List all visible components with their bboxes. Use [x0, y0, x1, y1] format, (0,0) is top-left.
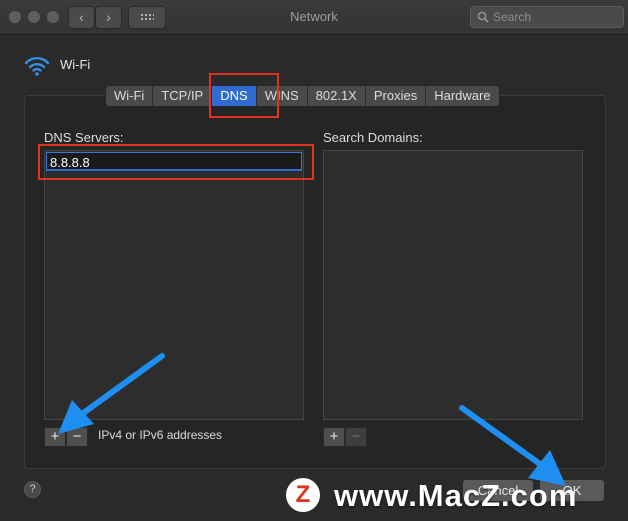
watermark-text: www.MacZ.com [334, 478, 578, 513]
tab-proxies[interactable]: Proxies [366, 86, 427, 106]
dns-entry-highlight [38, 144, 314, 180]
network-preferences-window: ‹ › Network Wi-Fi Wi-Fi TCP/IP DNS WINS … [0, 0, 628, 521]
title-bar: ‹ › Network [0, 0, 628, 35]
tab-hardware[interactable]: Hardware [426, 86, 498, 106]
remove-search-domain-button[interactable]: − [345, 427, 367, 447]
add-search-domain-button[interactable]: + [323, 427, 345, 447]
watermark-logo: Z [286, 478, 320, 512]
interface-name: Wi-Fi [60, 57, 91, 72]
watermark: Z www.MacZ.com [286, 474, 626, 519]
search-domains-label: Search Domains: [323, 130, 423, 145]
tab-tcpip[interactable]: TCP/IP [153, 86, 213, 106]
tab-8021x[interactable]: 802.1X [308, 86, 366, 106]
dns-servers-label: DNS Servers: [44, 130, 124, 145]
search-input[interactable] [493, 9, 617, 25]
search-icon [477, 11, 489, 23]
arrow-to-add-button-icon [58, 353, 165, 434]
dns-tab-highlight [209, 73, 279, 118]
search-domain-add-remove-controls: + − [323, 427, 367, 447]
tab-bar: Wi-Fi TCP/IP DNS WINS 802.1X Proxies Har… [105, 85, 500, 107]
wifi-icon [24, 57, 50, 76]
search-field[interactable] [470, 6, 624, 28]
tab-wifi[interactable]: Wi-Fi [106, 86, 154, 106]
search-domains-list[interactable] [323, 150, 583, 420]
help-button[interactable]: ? [24, 481, 41, 498]
